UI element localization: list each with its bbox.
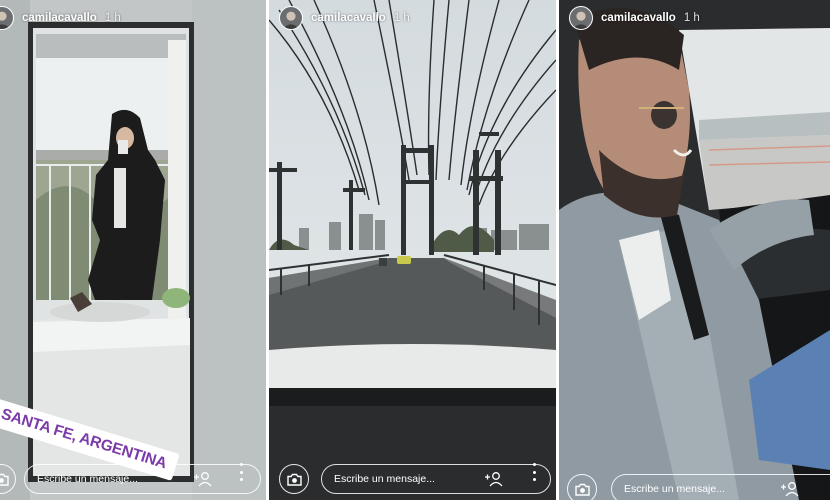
story-panel-3[interactable]: camilacavallo 1 h Escribe un mensaje... — [559, 0, 830, 500]
message-placeholder: Escribe un mensaje... — [37, 473, 138, 485]
camera-icon — [0, 473, 9, 486]
message-placeholder: Escribe un mensaje... — [624, 483, 725, 495]
camera-button[interactable] — [0, 464, 16, 494]
avatar[interactable] — [569, 6, 593, 30]
add-friend-icon[interactable] — [193, 471, 213, 487]
post-time: 1 h — [393, 12, 410, 24]
story-photo-bridge-road — [269, 0, 556, 500]
camera-icon — [286, 473, 302, 486]
camera-button[interactable] — [279, 464, 309, 494]
add-friend-icon[interactable] — [484, 471, 504, 487]
story-panel-2[interactable]: camilacavallo 1 h Escribe un mensaje... — [269, 0, 556, 500]
message-input[interactable]: Escribe un mensaje... — [321, 463, 551, 494]
story-photo-driving — [559, 0, 830, 500]
message-input[interactable]: Escribe un mensaje... — [611, 474, 830, 500]
camera-button[interactable] — [567, 474, 597, 500]
username[interactable]: camilacavallo — [601, 12, 676, 24]
camera-icon — [574, 483, 590, 496]
more-options-icon[interactable] — [530, 463, 538, 481]
more-options-icon[interactable] — [237, 463, 245, 481]
username[interactable]: camilacavallo — [311, 12, 386, 24]
username[interactable]: camilacavallo — [22, 12, 97, 24]
post-time: 1 h — [104, 12, 121, 24]
story-panel-1[interactable]: camilacavallo 1 h SANTA FE, ARGENTINA Es… — [0, 0, 266, 500]
post-time: 1 h — [683, 12, 700, 24]
add-friend-icon[interactable] — [780, 481, 800, 497]
message-placeholder: Escribe un mensaje... — [334, 473, 435, 485]
avatar[interactable] — [279, 6, 303, 30]
avatar[interactable] — [0, 6, 14, 30]
